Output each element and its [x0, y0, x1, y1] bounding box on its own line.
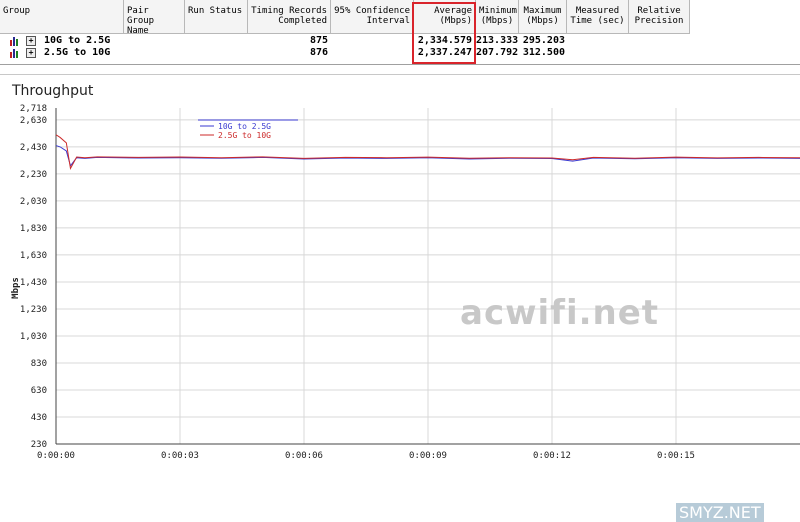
y-tick-label: 230 [31, 440, 47, 450]
y-tick-label: 830 [31, 359, 47, 369]
row-timing-records: 876 [309, 47, 328, 58]
expand-plus-icon[interactable]: + [26, 48, 36, 58]
y-tick-label: 1,630 [20, 251, 47, 261]
col-header-pair-group-name[interactable]: Pair Group Name [124, 0, 185, 34]
row-group-name: 2.5G to 10G [44, 47, 111, 58]
expand-plus-icon[interactable]: + [26, 36, 36, 46]
y-tick-label: 1,230 [20, 305, 47, 315]
row-maximum: 312.500 [522, 47, 565, 58]
x-tick-label: 0:00:09 [409, 451, 447, 461]
row-group-name: 10G to 2.5G [44, 35, 111, 46]
row-minimum: 207.792 [476, 47, 519, 58]
table-row[interactable]: + 10G to 2.5G 875 2,334.579 213.333 295.… [0, 35, 800, 47]
col-header-minimum[interactable]: Minimum (Mbps) [476, 0, 519, 34]
x-tick-label: 0:00:12 [533, 451, 571, 461]
y-tick-label: 630 [31, 386, 47, 396]
row-minimum: 213.333 [476, 35, 519, 46]
row-timing-records: 875 [309, 35, 328, 46]
x-tick-label: 0:00:06 [285, 451, 323, 461]
legend-entry: 10G to 2.5G [218, 122, 271, 131]
throughput-graph-panel: Throughput 2,718 2,630 2,430 2,230 2,030 1,83… [0, 74, 800, 522]
col-header-run-status[interactable]: Run Status [185, 0, 248, 34]
results-table: Group Pair Group Name Run Status Timing … [0, 0, 800, 65]
x-tick-label: 0:00:03 [161, 451, 199, 461]
y-tick-label: 2,718 [20, 104, 47, 114]
col-header-maximum[interactable]: Maximum (Mbps) [519, 0, 567, 34]
throughput-chart: 2,718 2,630 2,430 2,230 2,030 1,830 1,630 1,430… [11, 104, 800, 461]
y-tick-label: 2,430 [20, 143, 47, 153]
group-bars-icon [10, 49, 18, 58]
y-tick-label: 2,630 [20, 116, 47, 126]
y-tick-label: 1,430 [20, 278, 47, 288]
col-header-measured-time[interactable]: Measured Time (sec) [567, 0, 629, 34]
y-axis-label: Mbps [11, 277, 21, 299]
col-header-timing-records[interactable]: Timing Records Completed [248, 0, 331, 34]
y-tick-label: 430 [31, 413, 47, 423]
group-bars-icon [10, 37, 18, 46]
x-tick-label: 0:00:15 [657, 451, 695, 461]
table-row[interactable]: + 2.5G to 10G 876 2,337.247 207.792 312.… [0, 47, 800, 59]
legend-entry: 2.5G to 10G [218, 131, 271, 140]
col-header-confidence-interval[interactable]: 95% Confidence Interval [331, 0, 414, 34]
average-highlight-box [412, 2, 476, 64]
y-tick-label: 1,030 [20, 332, 47, 342]
watermark-text: acwifi.net [460, 293, 660, 333]
y-tick-label: 1,830 [20, 224, 47, 234]
corner-watermark-text: SMYZ.NET [676, 503, 764, 522]
y-tick-label: 2,030 [20, 197, 47, 207]
y-tick-label: 2,230 [20, 170, 47, 180]
row-maximum: 295.203 [522, 35, 565, 46]
col-header-relative-precision[interactable]: Relative Precision [629, 0, 690, 34]
col-header-group[interactable]: Group [0, 0, 124, 34]
x-tick-label: 0:00:00 [37, 451, 75, 461]
